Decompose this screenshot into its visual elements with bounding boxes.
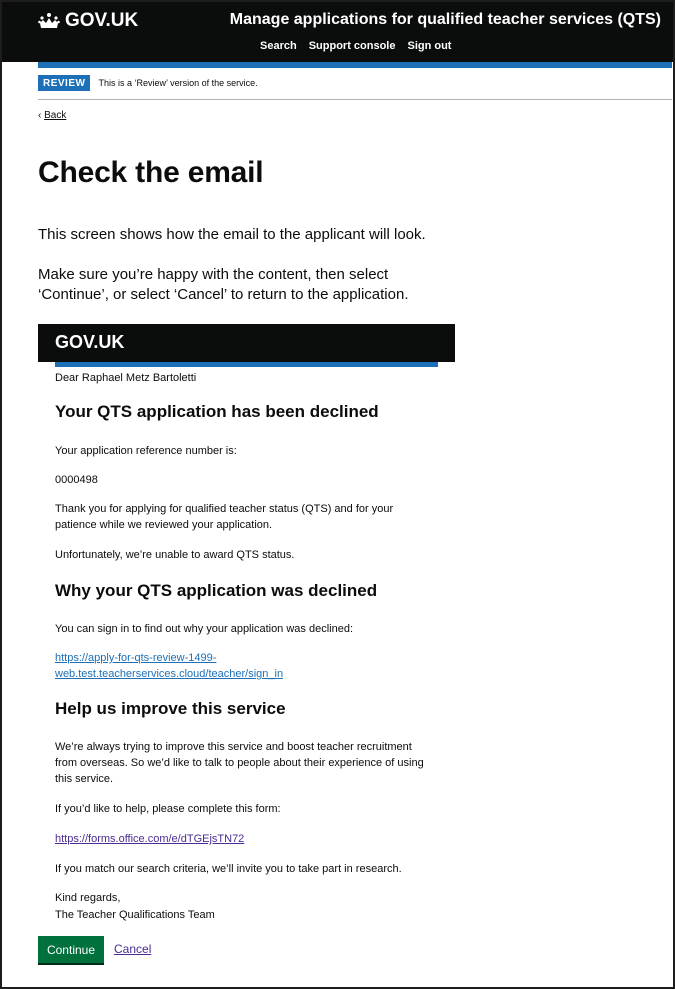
email-heading-declined: Your QTS application has been declined <box>55 402 379 421</box>
back-link-label: Back <box>44 110 67 121</box>
email-greeting: Dear Raphael Metz Bartoletti <box>55 372 197 384</box>
header-nav: Search Support console Sign out <box>260 40 451 52</box>
header-blue-bar <box>38 62 672 68</box>
intro-text: This screen shows how the email to the a… <box>38 226 426 243</box>
page-title: Check the email <box>38 156 264 189</box>
phase-divider <box>38 99 672 100</box>
logo-text: GOV.UK <box>65 10 139 31</box>
govuk-logo[interactable]: GOV.UK <box>38 10 138 32</box>
cancel-link[interactable]: Cancel <box>114 942 151 956</box>
email-logo: GOV.UK <box>55 332 125 352</box>
service-name[interactable]: Manage applications for qualified teache… <box>230 11 661 29</box>
signoff-team: The Teacher Qualifications Team <box>55 909 215 921</box>
sign-in-link-line-1: https://apply-for-qts-review-1499- <box>55 652 217 664</box>
signoff-regards: Kind regards, <box>55 892 121 904</box>
unable-text: Unfortunately, we’re unable to award QTS… <box>55 549 295 561</box>
email-heading-why: Why your QTS application was declined <box>55 581 378 600</box>
nav-search[interactable]: Search <box>260 40 297 52</box>
form-link[interactable]: https://forms.office.com/e/dTGEjsTN72 <box>55 831 244 847</box>
phase-tag: REVIEW <box>38 75 91 91</box>
sign-in-link[interactable]: https://apply-for-qts-review-1499- web.t… <box>55 650 283 682</box>
improve-text: We’re always trying to improve this serv… <box>55 741 424 785</box>
continue-button[interactable]: Continue <box>38 936 104 963</box>
sign-in-link-line-2: web.test.teacherservices.cloud/teacher/s… <box>55 668 284 680</box>
instruction-text: Make sure you’re happy with the content,… <box>38 266 409 303</box>
email-heading-help: Help us improve this service <box>55 699 286 718</box>
reference-number: 0000498 <box>55 474 98 486</box>
back-link[interactable]: ‹ Back <box>38 110 66 121</box>
reference-label: Your application reference number is: <box>55 445 237 457</box>
nav-support-console[interactable]: Support console <box>309 40 396 52</box>
site-header: GOV.UK Manage applications for qualified… <box>2 2 673 62</box>
crown-icon <box>38 13 60 28</box>
thanks-text: Thank you for applying for qualified tea… <box>55 503 394 531</box>
phase-text: This is a ‘Review’ version of the servic… <box>98 78 258 88</box>
phase-banner: REVIEW This is a ‘Review’ version of the… <box>38 75 258 91</box>
email-header: GOV.UK <box>38 324 455 362</box>
email-blue-stripe <box>55 362 438 367</box>
form-intro-text: If you’d like to help, please complete t… <box>55 803 281 815</box>
nav-sign-out[interactable]: Sign out <box>407 40 451 52</box>
sign-in-text: You can sign in to find out why your app… <box>55 623 354 635</box>
research-text: If you match our search criteria, we’ll … <box>55 863 402 875</box>
